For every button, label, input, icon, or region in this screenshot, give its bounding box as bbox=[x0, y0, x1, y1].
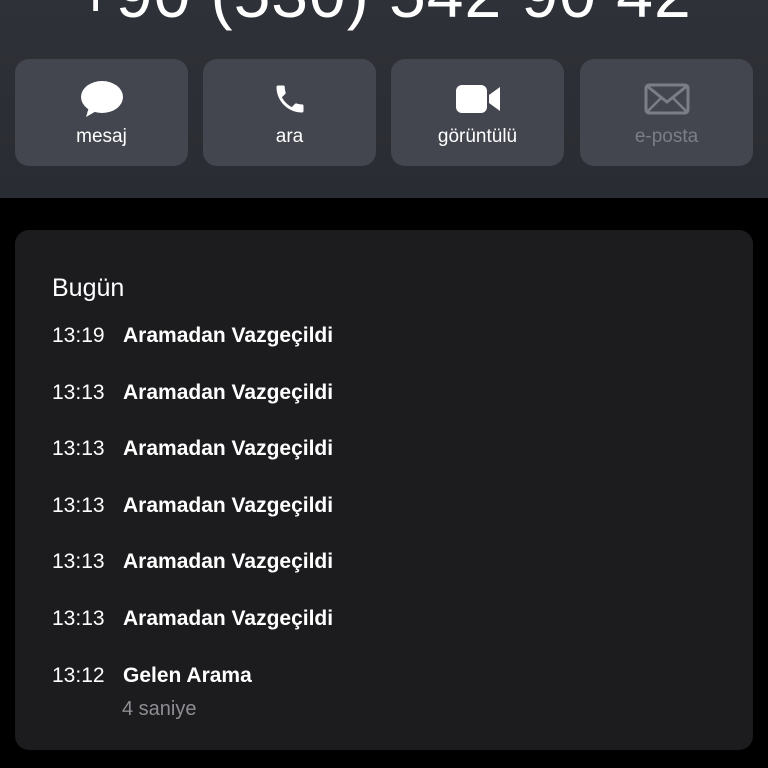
message-button[interactable]: mesaj bbox=[15, 59, 188, 166]
call-time: 13:13 bbox=[52, 550, 105, 573]
phone-icon bbox=[203, 80, 376, 118]
call-button[interactable]: ara bbox=[203, 59, 376, 166]
call-duration: 4 saniye bbox=[122, 698, 197, 720]
call-type: Aramadan Vazgeçildi bbox=[123, 494, 334, 517]
call-time: 13:13 bbox=[52, 494, 105, 517]
history-section-title: Bugün bbox=[52, 274, 125, 302]
video-call-label: görüntülü bbox=[437, 126, 518, 147]
call-type: Gelen Arama bbox=[123, 664, 252, 687]
video-call-button[interactable]: görüntülü bbox=[391, 59, 564, 166]
call-type: Aramadan Vazgeçildi bbox=[123, 550, 334, 573]
call-time: 13:19 bbox=[52, 324, 105, 347]
contact-header: +90 (530) 542 90 42 mesaj ara görüntülü bbox=[0, 0, 768, 198]
email-label: e-posta bbox=[634, 126, 699, 147]
call-type: Aramadan Vazgeçildi bbox=[123, 607, 334, 630]
call-history-card: Bugün 13:19 Aramadan Vazgeçildi 13:13 Ar… bbox=[15, 230, 753, 750]
email-button[interactable]: e-posta bbox=[580, 59, 753, 166]
call-type: Aramadan Vazgeçildi bbox=[123, 324, 334, 347]
call-time: 13:13 bbox=[52, 437, 105, 460]
call-time: 13:12 bbox=[52, 664, 105, 687]
mail-envelope-icon bbox=[580, 80, 753, 118]
message-label: mesaj bbox=[76, 126, 127, 147]
video-camera-icon bbox=[391, 80, 564, 118]
call-type: Aramadan Vazgeçildi bbox=[123, 381, 334, 404]
message-bubble-icon bbox=[15, 80, 188, 118]
call-type: Aramadan Vazgeçildi bbox=[123, 437, 334, 460]
call-time: 13:13 bbox=[52, 607, 105, 630]
call-time: 13:13 bbox=[52, 381, 105, 404]
phone-number[interactable]: +90 (530) 542 90 42 bbox=[0, 0, 768, 32]
call-label: ara bbox=[275, 126, 304, 147]
